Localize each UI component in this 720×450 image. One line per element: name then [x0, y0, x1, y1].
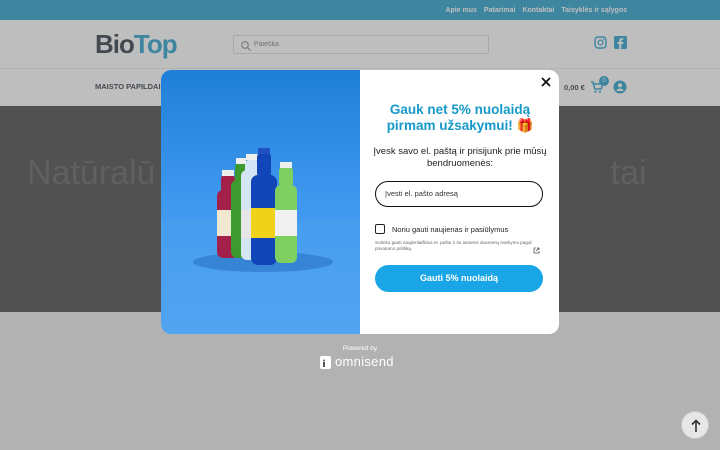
- consent-text: Sutinku gauti naujienlaiškius el. paštu …: [375, 240, 532, 251]
- newsletter-checkbox-label: Noriu gauti naujienas ir pasiūlymus: [392, 224, 509, 234]
- arrow-up-icon: [691, 419, 701, 432]
- powered-by-label: Powered by: [342, 345, 378, 352]
- popup-heading: Gauk net 5% nuolaidą pirmam užsakymui! 🎁: [386, 102, 534, 133]
- omnisend-brand[interactable]: omnisend: [320, 354, 394, 369]
- popup-content: Gauk net 5% nuolaidą pirmam užsakymui! 🎁…: [360, 70, 559, 334]
- email-field[interactable]: Įvesti el. pašto adresą: [375, 181, 543, 207]
- omnisend-name: omnisend: [335, 354, 394, 369]
- discount-popup: Gauk net 5% nuolaidą pirmam užsakymui! 🎁…: [161, 70, 559, 334]
- popup-subheading: Įvesk savo el. paštą ir prisijunk prie m…: [373, 146, 547, 169]
- get-discount-button[interactable]: Gauti 5% nuolaidą: [375, 265, 543, 292]
- newsletter-checkbox-row[interactable]: Noriu gauti naujienas ir pasiūlymus: [375, 224, 508, 234]
- omnisend-logo-icon: [320, 356, 331, 369]
- popup-product-image: [161, 70, 360, 334]
- external-link-icon[interactable]: [533, 241, 540, 254]
- newsletter-checkbox[interactable]: [375, 224, 385, 234]
- scroll-to-top-button[interactable]: [681, 411, 709, 439]
- close-icon[interactable]: [539, 75, 553, 89]
